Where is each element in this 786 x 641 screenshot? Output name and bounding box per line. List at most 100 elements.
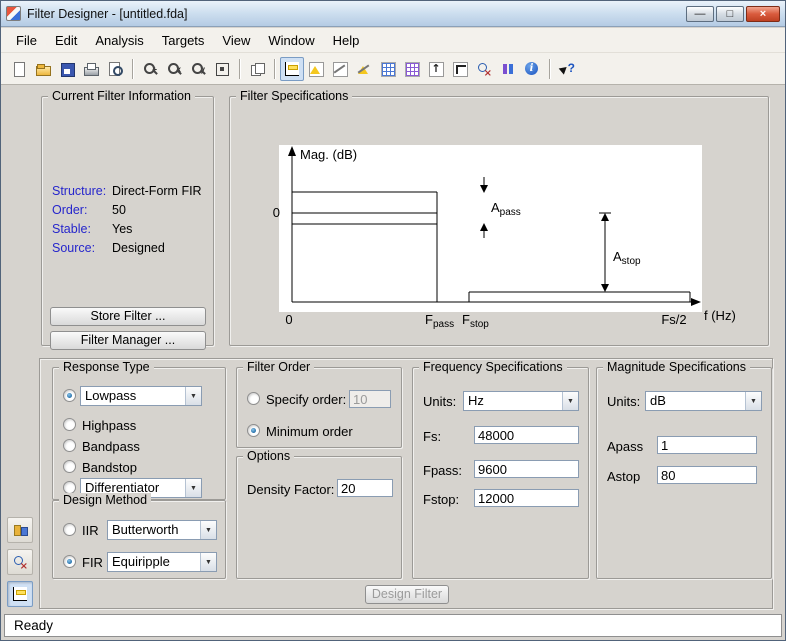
astop-input[interactable] xyxy=(657,466,757,484)
toolbar-print-button[interactable] xyxy=(79,57,103,81)
chevron-down-icon xyxy=(745,392,761,410)
bandpass-radio[interactable] xyxy=(63,439,76,452)
frequency-units-value: Hz xyxy=(464,392,562,410)
filter-info-row: Structure:Direct-Form FIR xyxy=(52,183,207,202)
zoom-y-icon: y xyxy=(190,61,206,77)
sidebar-pole-zero-editor-button[interactable] xyxy=(7,549,33,575)
fstop-label: Fstop xyxy=(462,312,489,330)
menu-view[interactable]: View xyxy=(213,30,259,51)
toolbar: + xy xyxy=(1,53,785,85)
filter-info-label: Stable: xyxy=(52,222,112,236)
frequency-specifications-title: Frequency Specifications xyxy=(419,360,567,375)
open-file-icon xyxy=(35,61,51,77)
toolbar-filter-information-button[interactable] xyxy=(520,57,544,81)
toolbar-magnitude-and-phase-button[interactable] xyxy=(352,57,376,81)
specify-order-input[interactable] xyxy=(349,390,391,408)
phase-response-icon xyxy=(332,61,348,77)
toolbar-filter-coefficients-button[interactable] xyxy=(496,57,520,81)
chevron-down-icon xyxy=(185,479,201,497)
toolbar-filter-specifications-button[interactable] xyxy=(280,57,304,81)
bandpass-label[interactable]: Bandpass xyxy=(82,439,140,454)
toolbar-zoom-in-button[interactable]: + xyxy=(138,57,162,81)
fir-radio[interactable] xyxy=(63,555,76,568)
bandstop-label[interactable]: Bandstop xyxy=(82,460,137,475)
close-button[interactable]: × xyxy=(746,6,780,22)
specify-order-radio[interactable] xyxy=(247,392,260,405)
apass-input[interactable] xyxy=(657,436,757,454)
iir-method-select[interactable]: Butterworth xyxy=(107,520,217,540)
new-file-icon xyxy=(11,61,27,77)
filter-info-row: Stable:Yes xyxy=(52,221,207,240)
filter-manager-button[interactable]: Filter Manager ... xyxy=(50,331,206,350)
pole-zero-editor-icon xyxy=(12,554,28,570)
toolbar-separator xyxy=(239,59,240,79)
toolbar-new-file-button[interactable] xyxy=(7,57,31,81)
highpass-label[interactable]: Highpass xyxy=(82,418,136,433)
impulse-response-icon xyxy=(428,61,444,77)
toolbar-impulse-response-button[interactable] xyxy=(424,57,448,81)
frequency-units-select[interactable]: Hz xyxy=(463,391,579,411)
density-factor-input[interactable] xyxy=(337,479,393,497)
toolbar-restore-default-view-button[interactable] xyxy=(245,57,269,81)
toolbar-separator xyxy=(132,59,133,79)
toolbar-pole-zero-plot-button[interactable] xyxy=(472,57,496,81)
menu-file[interactable]: File xyxy=(7,30,46,51)
fpass-input[interactable] xyxy=(474,460,579,478)
toolbar-magnitude-response-button[interactable] xyxy=(304,57,328,81)
filter-specifications-group: Filter Specifications Mag. (dB) 0 xyxy=(229,96,769,346)
fpass-label: Fpass xyxy=(425,312,454,330)
design-method-title: Design Method xyxy=(59,493,151,508)
title-bar[interactable]: Filter Designer - [untitled.fda] — □ × xyxy=(1,1,785,27)
fstop-input[interactable] xyxy=(474,489,579,507)
response-type-title: Response Type xyxy=(59,360,154,375)
zoom-in-icon: + xyxy=(142,61,158,77)
toolbar-phase-response-button[interactable] xyxy=(328,57,352,81)
sidebar-design-filter-button[interactable] xyxy=(7,581,33,607)
bandstop-radio[interactable] xyxy=(63,460,76,473)
store-filter-button[interactable]: Store Filter ... xyxy=(50,307,206,326)
toolbar-save-file-button[interactable] xyxy=(55,57,79,81)
magnitude-units-select[interactable]: dB xyxy=(645,391,762,411)
menu-targets[interactable]: Targets xyxy=(153,30,214,51)
magnitude-and-phase-icon xyxy=(356,61,372,77)
current-filter-info-group: Current Filter Information Structure:Dir… xyxy=(41,96,214,346)
filter-specifications-icon xyxy=(284,61,300,77)
specify-order-label[interactable]: Specify order: xyxy=(266,392,346,407)
iir-method-value: Butterworth xyxy=(108,521,200,539)
toolbar-group-delay-button[interactable] xyxy=(376,57,400,81)
fir-method-select[interactable]: Equiripple xyxy=(107,552,217,572)
toolbar-context-help-button[interactable] xyxy=(555,57,579,81)
zoom-x-icon: x xyxy=(166,61,182,77)
frequency-units-label: Units: xyxy=(423,394,456,409)
maximize-button[interactable]: □ xyxy=(716,6,744,22)
fstop-input-label: Fstop: xyxy=(423,492,459,507)
menu-analysis[interactable]: Analysis xyxy=(86,30,152,51)
highpass-radio[interactable] xyxy=(63,418,76,431)
menu-window[interactable]: Window xyxy=(259,30,323,51)
toolbar-print-preview-button[interactable] xyxy=(103,57,127,81)
design-panel: Response Type Lowpass Highpass Bandpass … xyxy=(39,358,773,609)
minimum-order-label[interactable]: Minimum order xyxy=(266,424,353,439)
minimize-button[interactable]: — xyxy=(686,6,714,22)
toolbar-open-file-button[interactable] xyxy=(31,57,55,81)
magnitude-units-value: dB xyxy=(646,392,745,410)
menu-edit[interactable]: Edit xyxy=(46,30,86,51)
toolbar-phase-delay-button[interactable] xyxy=(400,57,424,81)
fir-label[interactable]: FIR xyxy=(82,555,103,570)
design-filter-button[interactable]: Design Filter xyxy=(365,585,449,604)
sidebar-set-quantization-button[interactable] xyxy=(7,517,33,543)
toolbar-zoom-y-button[interactable]: y xyxy=(186,57,210,81)
current-filter-info-title: Current Filter Information xyxy=(48,89,195,104)
fir-method-value: Equiripple xyxy=(108,553,200,571)
toolbar-step-response-button[interactable] xyxy=(448,57,472,81)
toolbar-full-view-button[interactable] xyxy=(210,57,234,81)
lowpass-radio[interactable] xyxy=(63,389,76,402)
lowpass-select[interactable]: Lowpass xyxy=(80,386,202,406)
iir-radio[interactable] xyxy=(63,523,76,536)
toolbar-zoom-x-button[interactable]: x xyxy=(162,57,186,81)
iir-label[interactable]: IIR xyxy=(82,523,99,538)
fs-input[interactable] xyxy=(474,426,579,444)
print-preview-icon xyxy=(107,61,123,77)
minimum-order-radio[interactable] xyxy=(247,424,260,437)
menu-help[interactable]: Help xyxy=(324,30,369,51)
